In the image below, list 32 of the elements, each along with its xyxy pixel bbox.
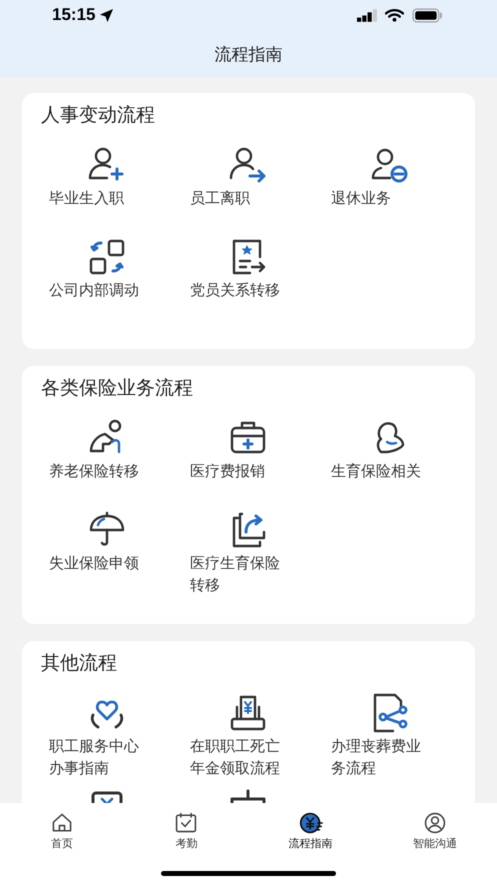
yuan-coin-icon xyxy=(298,811,323,835)
process-link[interactable]: 在职职工死亡年金领取流程 xyxy=(190,735,282,779)
tab-item[interactable]: 流程指南 xyxy=(248,811,373,851)
swap-squares-icon xyxy=(87,237,127,277)
process-link[interactable]: 员工离职 xyxy=(190,187,282,209)
process-link[interactable]: 生育保险相关 xyxy=(331,460,423,482)
process-link[interactable]: 公司内部调动 xyxy=(49,279,141,301)
process-link[interactable]: 党员关系转移 xyxy=(190,279,282,301)
user-arrow-icon xyxy=(228,145,268,185)
section-title: 其他流程 xyxy=(41,651,118,675)
page-title: 流程指南 xyxy=(214,44,282,66)
process-link[interactable]: 职工服务中心办事指南 xyxy=(49,735,141,779)
battery-icon xyxy=(412,8,442,22)
process-link[interactable]: 失业保险申领 xyxy=(49,552,141,574)
process-link[interactable]: 退休业务 xyxy=(331,187,423,209)
process-link[interactable]: 办理丧葬费业务流程 xyxy=(331,735,423,779)
location-icon xyxy=(99,8,114,22)
process-link[interactable]: 医疗生育保险转移 xyxy=(190,552,282,596)
printer-yuan-icon xyxy=(228,693,268,733)
signal-icon xyxy=(357,8,377,22)
section-title: 人事变动流程 xyxy=(41,103,156,127)
calendar-check-icon xyxy=(174,811,198,835)
process-link[interactable]: 毕业生入职 xyxy=(49,187,141,209)
process-link[interactable]: 养老保险转移 xyxy=(49,460,141,482)
section-title: 各类保险业务流程 xyxy=(41,376,194,400)
tab-item[interactable]: 考勤 xyxy=(124,811,248,851)
tab-item[interactable]: 首页 xyxy=(0,811,124,851)
status-time: 15:15 xyxy=(52,5,96,25)
process-link[interactable]: 医疗费报销 xyxy=(190,460,282,482)
wifi-icon xyxy=(385,8,404,22)
user-circle-icon xyxy=(422,811,447,835)
tab-item[interactable]: 智能沟通 xyxy=(372,811,497,851)
